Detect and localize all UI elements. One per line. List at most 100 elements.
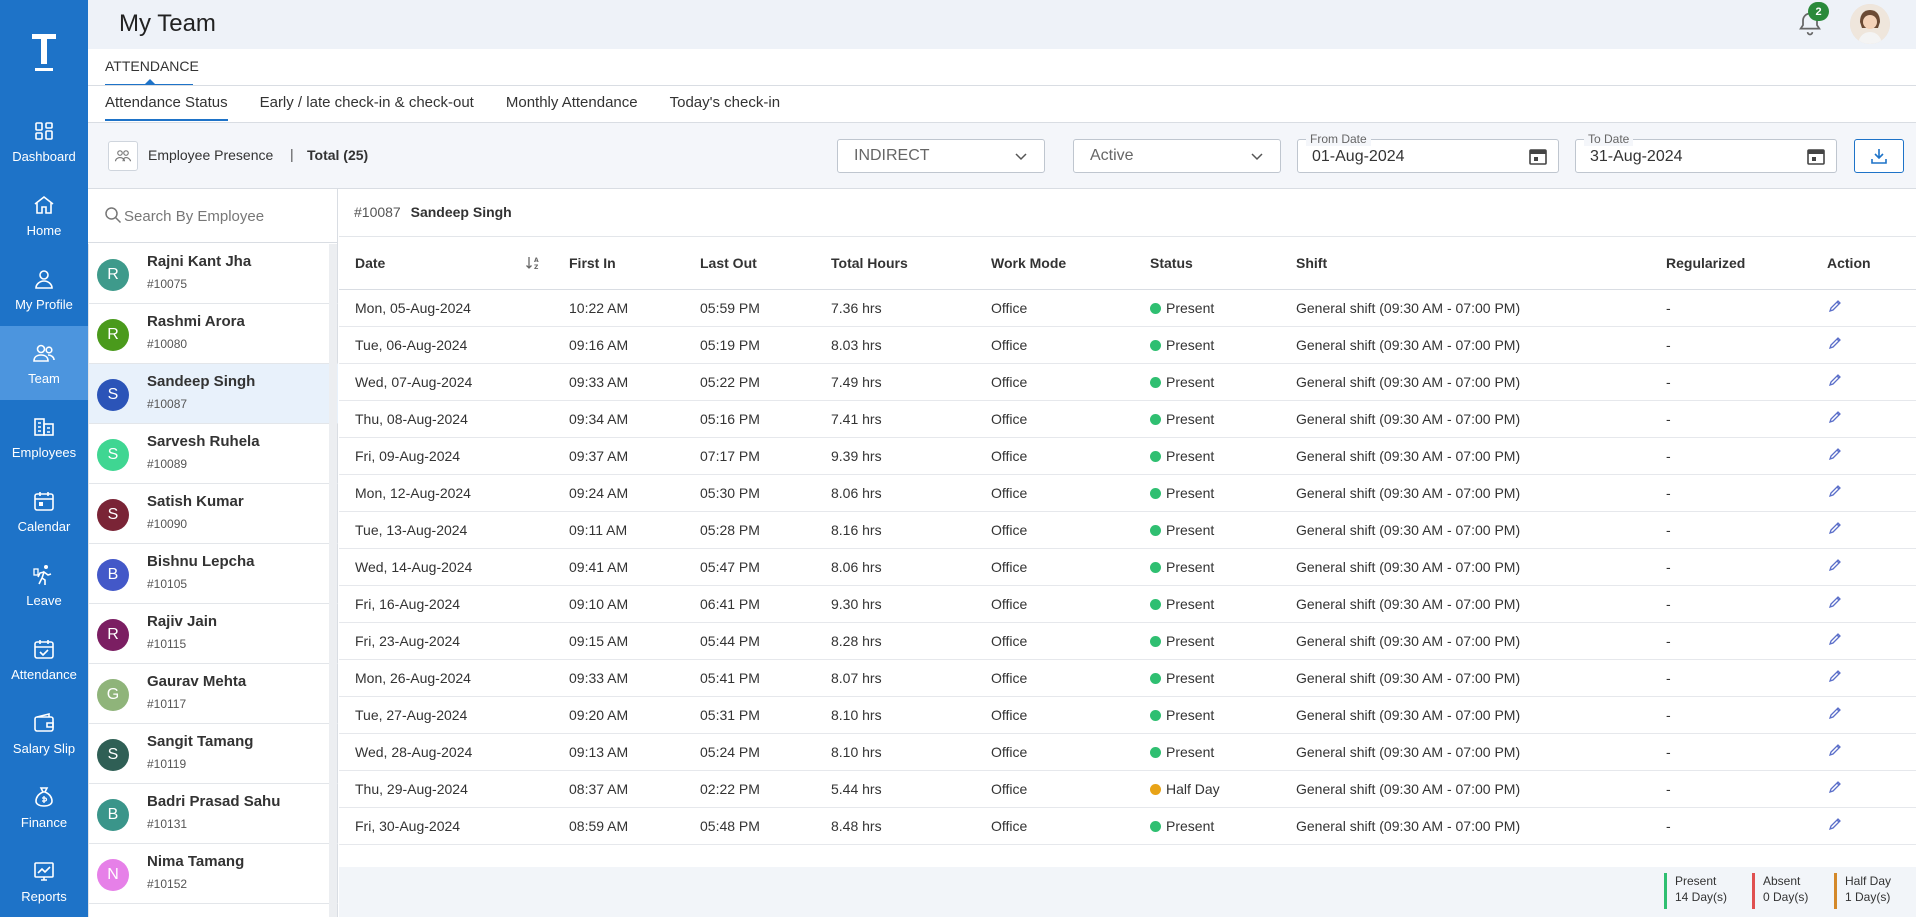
type-select[interactable]: INDIRECT — [837, 139, 1045, 173]
edit-pencil-icon[interactable] — [1827, 816, 1843, 832]
column-header-date[interactable]: Date A Z — [339, 237, 553, 290]
employee-list-item[interactable]: R Rajiv Jain #10115 — [89, 604, 338, 664]
table-row: Tue, 27-Aug-2024 09:20 AM 05:31 PM 8.10 hrs… — [339, 696, 1916, 734]
cell-first-in: 09:16 AM — [553, 326, 684, 364]
sidebar-item-dashboard[interactable]: Dashboard — [0, 104, 88, 178]
cell-date: Mon, 05-Aug-2024 — [339, 289, 553, 327]
calendar-icon[interactable] — [1806, 146, 1826, 166]
cell-shift: General shift (09:30 AM - 07:00 PM) — [1280, 770, 1650, 808]
calendar-icon[interactable] — [1528, 146, 1548, 166]
status-text: Present — [1166, 817, 1215, 834]
page-title: My Team — [119, 10, 216, 37]
legend-half-day: Half Day 1 Day(s) — [1834, 873, 1891, 909]
employee-avatar: R — [97, 319, 129, 351]
employee-list-item[interactable]: R Rajni Kant Jha #10075 — [89, 244, 338, 304]
money-bag-icon — [35, 786, 53, 807]
cell-first-in: 09:20 AM — [553, 696, 684, 734]
from-date-field[interactable]: From Date 01-Aug-2024 — [1297, 132, 1559, 173]
sidebar-item-employees[interactable]: Employees — [0, 400, 88, 474]
edit-pencil-icon[interactable] — [1827, 705, 1843, 721]
edit-pencil-icon[interactable] — [1827, 520, 1843, 536]
search-input[interactable] — [124, 203, 324, 229]
sidebar-item-team[interactable]: Team — [0, 326, 88, 400]
subtab-attendance-status[interactable]: Attendance Status — [105, 94, 228, 121]
legend-present: Present 14 Day(s) — [1664, 873, 1727, 909]
edit-pencil-icon[interactable] — [1827, 335, 1843, 351]
employee-list-item[interactable]: S Sarvesh Ruhela #10089 — [89, 424, 338, 484]
selected-employee-id: #10087 — [354, 204, 401, 220]
cell-shift: General shift (09:30 AM - 07:00 PM) — [1280, 696, 1650, 734]
cell-first-in: 10:22 AM — [553, 289, 684, 327]
sidebar-item-home[interactable]: Home — [0, 178, 88, 252]
employee-list-scrollbar[interactable] — [329, 244, 337, 917]
edit-pencil-icon[interactable] — [1827, 668, 1843, 684]
edit-pencil-icon[interactable] — [1827, 742, 1843, 758]
status-select[interactable]: Active — [1073, 139, 1281, 173]
edit-pencil-icon[interactable] — [1827, 483, 1843, 499]
edit-pencil-icon[interactable] — [1827, 372, 1843, 388]
sidebar-item-reports[interactable]: Reports — [0, 844, 88, 917]
edit-pencil-icon[interactable] — [1827, 446, 1843, 462]
svg-text:Z: Z — [534, 264, 539, 271]
edit-pencil-icon[interactable] — [1827, 779, 1843, 795]
cell-hours: 8.28 hrs — [815, 622, 975, 660]
cell-regularized: - — [1650, 437, 1811, 475]
subtab-early-late-check-in-check-out[interactable]: Early / late check-in & check-out — [260, 94, 474, 121]
edit-pencil-icon[interactable] — [1827, 409, 1843, 425]
cell-regularized: - — [1650, 807, 1811, 845]
app-logo[interactable] — [0, 0, 88, 104]
employee-list-item[interactable]: N Nima Tamang #10152 — [89, 844, 338, 904]
legend-count: 1 Day(s) — [1845, 890, 1891, 904]
subtab-today-s-check-in[interactable]: Today's check-in — [670, 94, 780, 121]
cell-status: Present — [1134, 289, 1280, 327]
sidebar-item-label: Salary Slip — [12, 740, 76, 756]
cell-status: Present — [1134, 474, 1280, 512]
sidebar-item-my-profile[interactable]: My Profile — [0, 252, 88, 326]
edit-pencil-icon[interactable] — [1827, 594, 1843, 610]
sort-icon[interactable]: AZ — [525, 255, 541, 271]
sidebar-item-finance[interactable]: Finance — [0, 770, 88, 844]
calendar-check-icon — [34, 639, 54, 659]
employee-presence-icon[interactable] — [108, 141, 138, 171]
employee-list-item[interactable]: G Gaurav Mehta #10117 — [89, 664, 338, 724]
cell-status: Present — [1134, 659, 1280, 697]
to-date-field[interactable]: To Date 31-Aug-2024 — [1575, 132, 1837, 173]
cell-shift: General shift (09:30 AM - 07:00 PM) — [1280, 622, 1650, 660]
employee-name: Sangit Tamang — [147, 733, 254, 750]
subtab-monthly-attendance[interactable]: Monthly Attendance — [506, 94, 638, 121]
cell-first-in: 09:37 AM — [553, 437, 684, 475]
edit-pencil-icon[interactable] — [1827, 631, 1843, 647]
total-count: Total (25) — [307, 147, 369, 163]
employee-list-item[interactable]: R Rashmi Arora #10080 — [89, 304, 338, 364]
cell-last-out: 07:17 PM — [684, 437, 815, 475]
status-text: Present — [1166, 669, 1215, 686]
employee-list-item[interactable]: S Satish Kumar #10090 — [89, 484, 338, 544]
employee-list-item[interactable]: S Sandeep Singh #10087 — [89, 364, 338, 424]
column-header-label: Date — [355, 254, 386, 271]
tab-attendance[interactable]: ATTENDANCE — [105, 58, 199, 74]
cell-shift: General shift (09:30 AM - 07:00 PM) — [1280, 363, 1650, 401]
employee-list-item[interactable]: S Sangit Tamang #10119 — [89, 724, 338, 784]
column-header-last-out: Last Out — [684, 237, 815, 290]
cell-mode: Office — [975, 733, 1134, 771]
table-row: Wed, 28-Aug-2024 09:13 AM 05:24 PM 8.10 hrs… — [339, 733, 1916, 771]
cell-hours: 8.10 hrs — [815, 696, 975, 734]
download-button[interactable] — [1854, 139, 1904, 173]
sidebar-item-leave[interactable]: Leave — [0, 548, 88, 622]
cell-last-out: 05:48 PM — [684, 807, 815, 845]
edit-pencil-icon[interactable] — [1827, 557, 1843, 573]
user-avatar[interactable] — [1850, 4, 1890, 44]
status-text: Present — [1166, 595, 1215, 612]
cell-hours: 8.07 hrs — [815, 659, 975, 697]
cell-action — [1811, 807, 1916, 845]
cell-action — [1811, 548, 1916, 586]
cell-date: Mon, 26-Aug-2024 — [339, 659, 553, 697]
employee-list-item[interactable]: B Bishnu Lepcha #10105 — [89, 544, 338, 604]
employee-list-item[interactable]: B Badri Prasad Sahu #10131 — [89, 784, 338, 844]
column-header-action: Action — [1811, 237, 1916, 290]
sidebar-item-calendar[interactable]: Calendar — [0, 474, 88, 548]
sidebar-item-attendance[interactable]: Attendance — [0, 622, 88, 696]
cell-first-in: 08:59 AM — [553, 807, 684, 845]
sidebar-item-salary-slip[interactable]: Salary Slip — [0, 696, 88, 770]
edit-pencil-icon[interactable] — [1827, 298, 1843, 314]
